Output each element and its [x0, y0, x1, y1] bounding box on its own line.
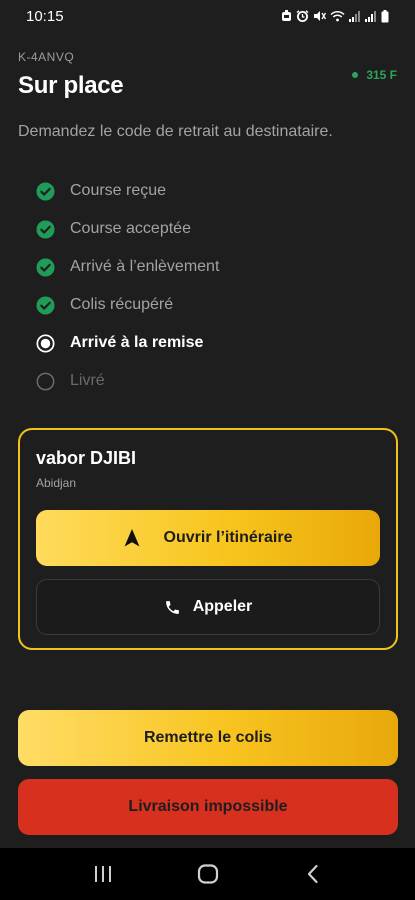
recipient-city: Abidjan [36, 476, 77, 490]
instruction-text: Demandez le code de retrait au destinata… [18, 123, 333, 140]
signal-icon [349, 11, 360, 22]
status-time: 10:15 [26, 7, 64, 25]
status-bar: 10:15 [0, 0, 415, 32]
step-colis-recupere: Colis récupéré [36, 286, 219, 324]
home-button[interactable] [178, 854, 238, 894]
check-circle-icon [36, 257, 55, 277]
step-arrive-remise: Arrivé à la remise [36, 324, 219, 362]
recipient-name: vabor DJIBI [36, 448, 137, 468]
recent-apps-button[interactable] [73, 854, 133, 894]
connection-text: 315 F [366, 68, 397, 82]
back-icon [307, 864, 318, 884]
signal-icon-secondary [365, 11, 376, 22]
step-label: Colis récupéré [70, 296, 174, 313]
step-label: Arrivé à l’enlèvement [70, 258, 220, 275]
system-nav-bar [0, 848, 415, 900]
check-circle-icon [36, 219, 55, 239]
connection-status: 315 F [352, 68, 397, 82]
check-circle-icon [36, 295, 55, 315]
step-course-acceptee: Course acceptée [36, 210, 219, 248]
progress-steps: Course reçue Course acceptée Arrivé à l’… [36, 172, 219, 400]
phone-icon [165, 600, 179, 614]
status-dot-icon [352, 72, 359, 78]
status-icons [281, 9, 389, 23]
open-route-label: Ouvrir l’itinéraire [163, 529, 293, 546]
step-arrive-enlevement: Arrivé à l’enlèvement [36, 248, 219, 286]
order-reference: K-4ANVQ [18, 50, 75, 64]
navigation-arrow-icon [124, 529, 140, 547]
battery-saver-icon [282, 10, 291, 21]
wifi-icon [330, 10, 345, 22]
mute-icon [314, 11, 326, 21]
home-icon [197, 864, 218, 884]
radio-selected-icon [36, 333, 55, 353]
call-button[interactable]: Appeler [36, 579, 380, 635]
radio-empty-icon [36, 372, 55, 390]
open-route-button[interactable]: Ouvrir l’itinéraire [36, 510, 380, 566]
handover-button[interactable]: Remettre le colis [18, 710, 398, 766]
step-course-recue: Course reçue [36, 172, 219, 210]
step-label: Arrivé à la remise [70, 334, 204, 351]
back-button[interactable] [283, 854, 343, 894]
call-label: Appeler [192, 598, 253, 615]
step-label: Livré [70, 372, 105, 389]
step-label: Course reçue [70, 182, 167, 199]
check-circle-icon [36, 181, 55, 201]
recipient-card: vabor DJIBI Abidjan Ouvrir l’itinéraire … [18, 428, 398, 650]
step-livre: Livré [36, 362, 219, 400]
battery-icon [381, 9, 389, 22]
recent-apps-icon [94, 866, 111, 882]
page-title: Sur place [18, 72, 124, 99]
step-label: Course acceptée [70, 220, 191, 237]
alarm-icon [296, 10, 309, 22]
delivery-failed-button[interactable]: Livraison impossible [18, 779, 398, 835]
